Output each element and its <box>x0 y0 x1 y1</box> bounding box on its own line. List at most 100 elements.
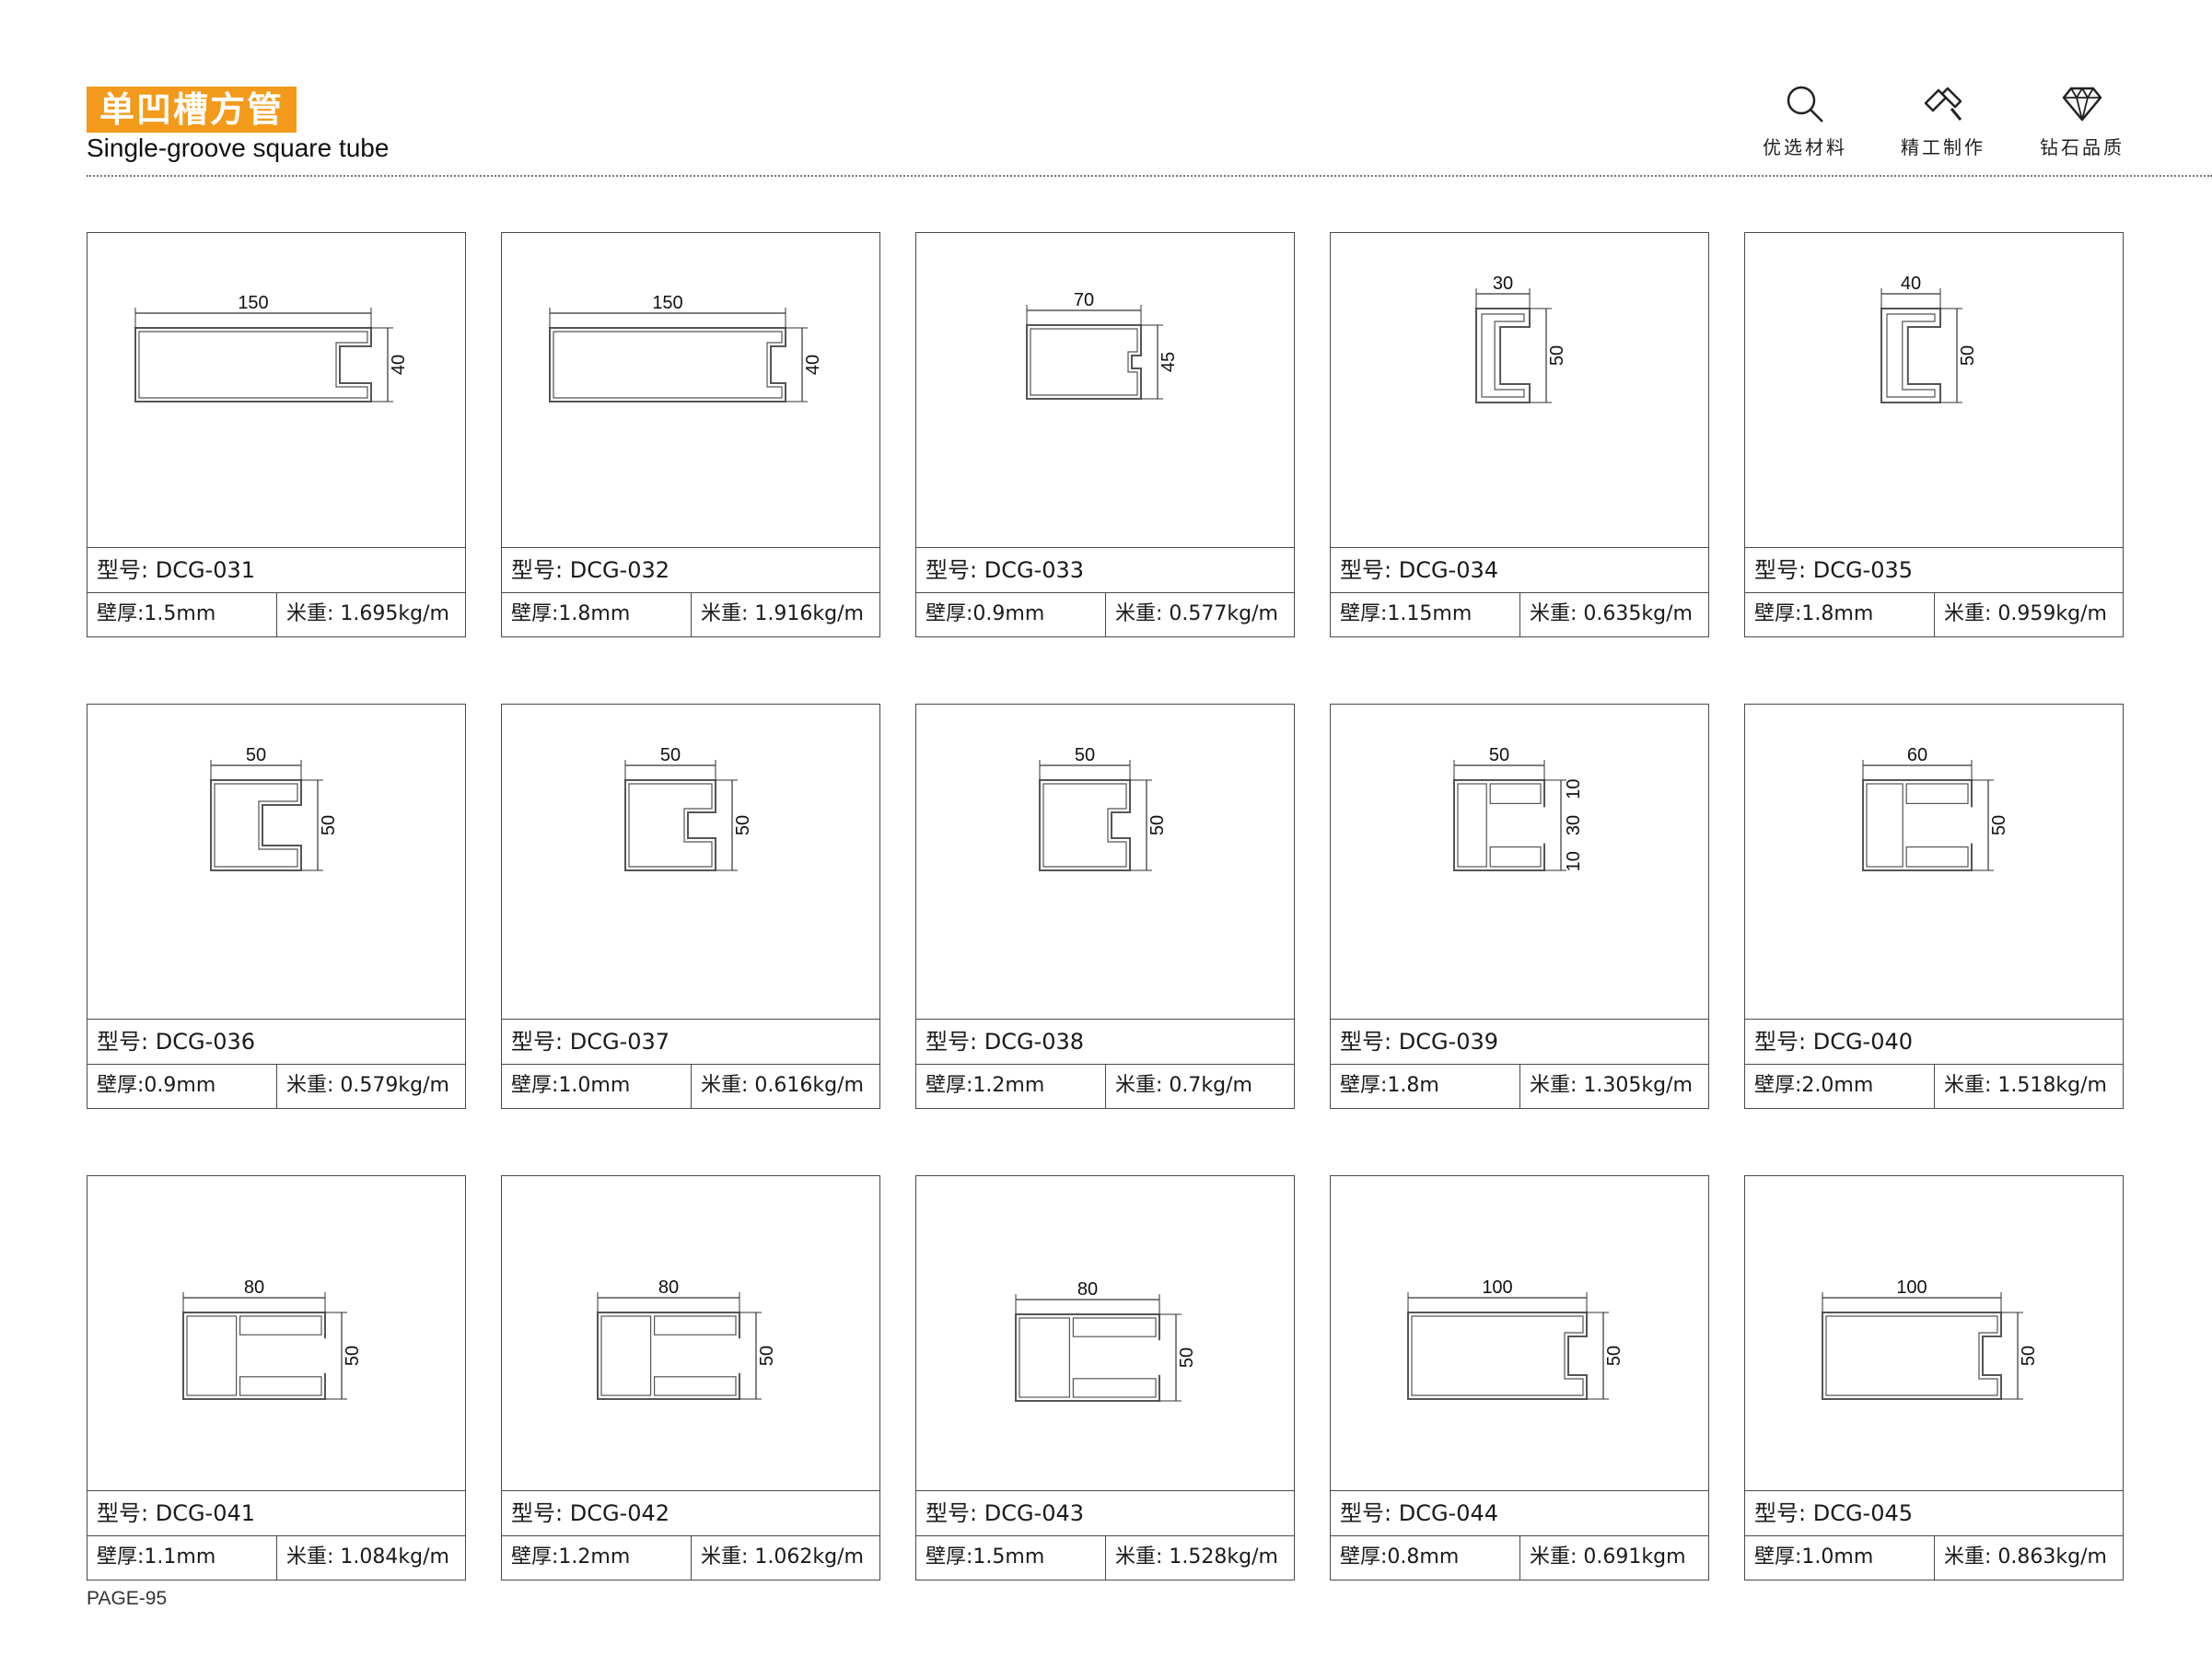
width-label: 50 <box>1489 745 1509 765</box>
profile-drawing <box>134 327 372 402</box>
profile-svg: 40 50 <box>1880 274 1978 403</box>
height-label: 50 <box>2019 1346 2039 1366</box>
profile-image: 50 50 <box>916 705 1294 1020</box>
height-label: 50 <box>1547 345 1567 366</box>
product-card: 150 40 型号: DCG-031 壁厚:1.5mm 米重: 1.695kg/m <box>87 232 466 637</box>
width-dimension: 80 <box>182 1277 326 1312</box>
profile-drawing <box>1822 1312 2002 1400</box>
spec-row: 壁厚:1.8m 米重: 1.305kg/m <box>1331 1065 1708 1108</box>
height-label: 50 <box>733 815 753 835</box>
width-dimension: 150 <box>549 293 786 328</box>
height-label: 40 <box>803 355 823 375</box>
model-number: 型号: DCG-039 <box>1331 1020 1708 1065</box>
profile-drawing <box>1407 1312 1588 1400</box>
spec-row: 壁厚:0.8mm 米重: 0.691kgm <box>1331 1536 1708 1580</box>
profile-drawing <box>1880 308 1941 403</box>
model-number: 型号: DCG-042 <box>502 1491 879 1536</box>
width-dimension: 100 <box>1822 1277 2002 1312</box>
model-number: 型号: DCG-040 <box>1745 1020 2123 1065</box>
height-dimension: 50 <box>2001 1312 2039 1400</box>
model-number: 型号: DCG-045 <box>1745 1491 2123 1536</box>
width-dimension: 30 <box>1475 274 1531 309</box>
profile-drawing <box>1453 779 1548 871</box>
width-label: 150 <box>238 293 268 313</box>
page-subtitle: Single-groove square tube <box>87 134 390 162</box>
meter-weight: 米重: 1.305kg/m <box>1530 1074 1693 1097</box>
wall-thickness: 壁厚:1.2mm <box>916 1065 1106 1108</box>
spec-row: 壁厚:1.1mm 米重: 1.084kg/m <box>87 1536 465 1580</box>
meter-weight: 米重: 0.959kg/m <box>1944 602 2107 625</box>
width-label: 150 <box>652 293 682 313</box>
profile-image: 50 50 <box>502 705 879 1020</box>
profile-svg: 150 40 <box>134 293 409 402</box>
page-title: 单凹槽方管 <box>87 87 297 133</box>
meter-weight: 米重: 1.528kg/m <box>1115 1546 1278 1569</box>
meter-weight: 米重: 1.062kg/m <box>701 1546 864 1569</box>
product-card: 40 50 型号: DCG-035 壁厚:1.8mm 米重: 0.959kg/m <box>1744 232 2124 637</box>
width-dimension: 50 <box>210 745 302 780</box>
meter-weight: 米重: 1.084kg/m <box>286 1546 449 1569</box>
height-dimension: 50 <box>1159 1313 1197 1402</box>
product-card: 80 50 型号: DCG-041 壁厚:1.1mm 米重: 1.084kg/m <box>87 1175 466 1581</box>
wall-thickness: 壁厚:1.8mm <box>1745 593 1935 636</box>
profile-drawing <box>624 779 716 871</box>
model-number: 型号: DCG-037 <box>502 1020 879 1065</box>
product-card: 50 50 型号: DCG-038 壁厚:1.2mm 米重: 0.7kg/m <box>915 704 1295 1109</box>
profile-drawing <box>597 1312 743 1400</box>
height-label: 50 <box>319 815 339 835</box>
profile-svg: 80 50 <box>597 1277 777 1400</box>
width-dimension: 50 <box>1453 745 1545 780</box>
profile-drawing <box>549 327 786 402</box>
model-number: 型号: DCG-035 <box>1745 548 2123 593</box>
product-card: 50 50 型号: DCG-037 壁厚:1.0mm 米重: 0.616kg/m <box>501 704 880 1109</box>
product-card: 100 50 型号: DCG-044 壁厚:0.8mm 米重: 0.691kgm <box>1330 1175 1709 1581</box>
profile-svg: 100 50 <box>1407 1277 1624 1400</box>
header-divider <box>87 175 2212 177</box>
height-label: 50 <box>1989 815 2009 835</box>
height-dimension: 50 <box>1130 779 1168 871</box>
meter-weight: 米重: 1.916kg/m <box>701 602 864 625</box>
meter-weight: 米重: 0.691kgm <box>1530 1546 1686 1569</box>
height-dimension: 10 30 10 <box>1544 779 1584 871</box>
wall-thickness: 壁厚:0.8mm <box>1331 1536 1520 1580</box>
profile-svg: 150 40 <box>549 293 823 402</box>
wall-thickness: 壁厚:1.8mm <box>502 593 692 636</box>
width-dimension: 40 <box>1880 274 1941 309</box>
spec-row: 壁厚:1.2mm 米重: 1.062kg/m <box>502 1536 879 1580</box>
meter-weight: 米重: 0.579kg/m <box>286 1074 449 1097</box>
width-dimension: 100 <box>1407 1277 1588 1312</box>
product-card: 150 40 型号: DCG-032 壁厚:1.8mm 米重: 1.916kg/m <box>501 232 880 637</box>
wall-thickness: 壁厚:1.8m <box>1331 1065 1520 1108</box>
profile-svg: 50 50 <box>210 745 339 871</box>
feature-label: 精工制作 <box>1901 136 1985 158</box>
segment-label: 10 <box>1564 779 1584 799</box>
width-dimension: 50 <box>1039 745 1131 780</box>
profile-drawing <box>1015 1313 1163 1402</box>
feature-label: 优选材料 <box>1763 136 1847 158</box>
diamond-icon <box>2062 87 2102 122</box>
meter-weight: 米重: 0.863kg/m <box>1944 1546 2107 1569</box>
profile-image: 50 10 30 10 <box>1331 705 1708 1020</box>
product-card: 60 50 型号: DCG-040 壁厚:2.0mm 米重: 1.518kg/m <box>1744 704 2124 1109</box>
profile-drawing <box>1862 779 1975 871</box>
hammer-icon <box>1924 87 1962 121</box>
profile-image: 70 45 <box>916 233 1294 548</box>
spec-row: 壁厚:1.8mm 米重: 1.916kg/m <box>502 593 879 636</box>
profile-svg: 80 50 <box>182 1277 363 1400</box>
wall-thickness: 壁厚:2.0mm <box>1745 1065 1935 1108</box>
width-dimension: 50 <box>624 745 716 780</box>
model-number: 型号: DCG-031 <box>87 548 465 593</box>
wall-thickness: 壁厚:1.5mm <box>916 1536 1106 1580</box>
height-dimension: 50 <box>1587 1312 1624 1400</box>
profile-image: 50 50 <box>87 705 465 1020</box>
wall-thickness: 壁厚:1.0mm <box>1745 1536 1935 1580</box>
width-label: 30 <box>1493 274 1513 294</box>
width-label: 50 <box>660 745 681 765</box>
product-card: 50 50 型号: DCG-036 壁厚:0.9mm 米重: 0.579kg/m <box>87 704 466 1109</box>
width-label: 40 <box>1901 274 1921 294</box>
wall-thickness: 壁厚:0.9mm <box>916 593 1106 636</box>
profile-svg: 100 50 <box>1822 1277 2039 1400</box>
wall-thickness: 壁厚:1.5mm <box>87 593 277 636</box>
model-number: 型号: DCG-034 <box>1331 548 1708 593</box>
model-number: 型号: DCG-038 <box>916 1020 1294 1065</box>
